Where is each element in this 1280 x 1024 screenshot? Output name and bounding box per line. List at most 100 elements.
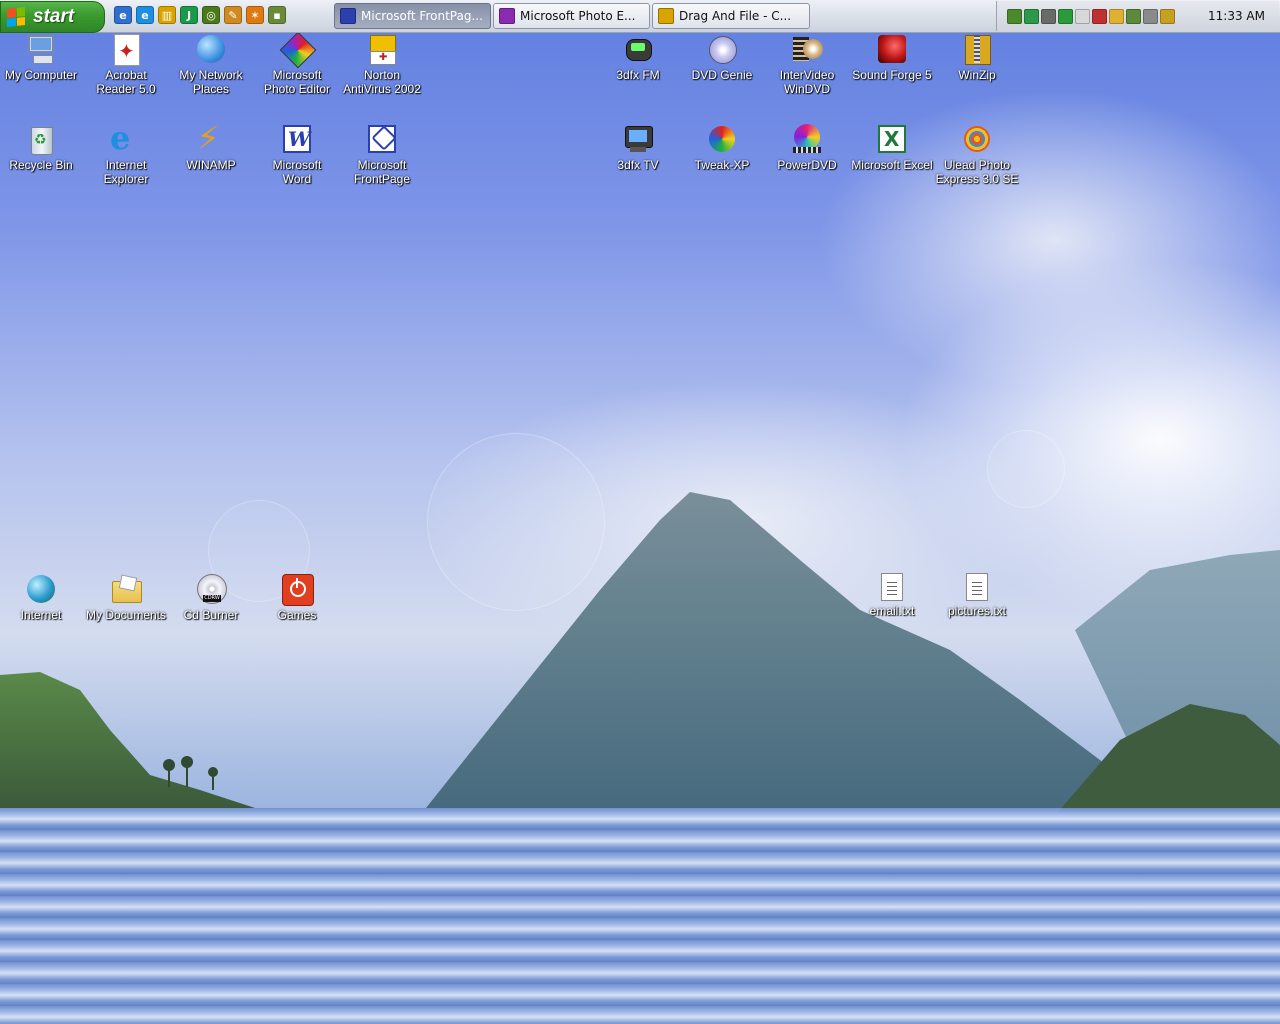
icon-label: Internet Explorer [103,158,149,186]
text-file-icon [966,573,988,601]
desktop-icon-windvd[interactable]: InterVideo WinDVD [764,33,850,96]
tray-display-icon[interactable] [1058,8,1073,24]
task-label: Microsoft Photo E... [520,9,636,23]
windows-logo-icon [7,7,25,27]
desktop-icon-cd-burner[interactable]: CDRW Cd Burner [168,573,254,622]
pencil-icon[interactable]: ✎ [224,6,242,24]
desktop-icon-microsoft-excel[interactable]: X Microsoft Excel [849,123,935,172]
taskbar-button-photo-editor[interactable]: Microsoft Photo E... [493,3,650,29]
desktop-icon-photo-editor[interactable]: Microsoft Photo Editor [254,31,340,96]
icon-label: Recycle Bin [9,158,73,172]
desktop-show-icon[interactable]: ▪ [268,6,286,24]
icon-label: WinZip [958,68,996,82]
desktop-icon-ulead-photo-express[interactable]: Ulead Photo Express 3.0 SE [934,123,1020,186]
acrobat-reader-icon: ✦ [110,33,142,66]
icon-label: WINAMP [186,158,236,172]
drag-and-file-icon [658,8,674,24]
tray-folder-icon[interactable] [1109,8,1124,24]
icon-label: email.txt [869,604,915,618]
icon-label: Sound Forge 5 [852,68,932,82]
icon-label: Internet [20,608,62,622]
icon-label: My Network Places [179,68,243,96]
icon-label: PowerDVD [777,158,837,172]
desktop-icon-my-computer[interactable]: My Computer [0,33,84,82]
icon-label: pictures.txt [947,604,1007,618]
icon-label: My Computer [4,68,78,82]
quick-launch: e e ▥ J ◎ ✎ ✶ ▪ [114,6,286,26]
desktop-icon-microsoft-word[interactable]: W Microsoft Word [254,123,340,186]
icon-label: Ulead Photo Express 3.0 SE [935,158,1019,186]
outlook-express-icon[interactable]: e [114,6,132,24]
task-label: Drag And File - C... [679,9,792,23]
tray-checker-icon[interactable] [1143,8,1158,24]
clock[interactable]: 11:33 AM [1208,9,1265,23]
desktop-icon-games[interactable]: Games [254,573,340,622]
icon-label: Microsoft Excel [851,158,933,172]
taskbar: start e e ▥ J ◎ ✎ ✶ ▪ Microsoft FrontPag… [0,0,1280,33]
tray-app-icon[interactable] [1007,8,1022,24]
frontpage-icon [366,123,398,155]
sound-forge-icon [876,33,908,65]
desktop-icon-3dfx-tv[interactable]: 3dfx TV [595,123,681,172]
winamp-icon: ⚡ [197,119,220,157]
internet-explorer-icon[interactable]: e [136,6,154,24]
icon-label: My Documents [85,608,167,622]
recycle-bin-icon: ♻ [25,123,57,155]
tray-shield-icon[interactable] [1041,8,1056,24]
dvd-genie-icon [706,33,738,65]
frontpage-icon [340,8,356,24]
desktop-icon-sound-forge[interactable]: Sound Forge 5 [849,33,935,82]
taskbar-button-frontpage[interactable]: Microsoft FrontPag... [334,3,491,29]
desktop-icon-internet[interactable]: Internet [0,573,84,622]
games-icon [281,573,314,606]
ulead-photo-express-icon [961,123,993,155]
icon-label: Norton AntiVirus 2002 [343,68,421,96]
tweak-xp-icon [706,123,738,155]
tray-sound-icon[interactable] [1126,8,1141,24]
internet-globe-icon [25,573,57,605]
network-places-icon [195,33,227,65]
tray-arrow-icon[interactable] [1160,8,1175,24]
excel-icon: X [876,123,908,155]
icon-label: Microsoft Word [272,158,322,186]
tray-antivirus-icon[interactable] [1092,8,1107,24]
winamp-j-icon[interactable]: J [180,6,198,24]
tray-mouse-icon[interactable] [1075,8,1090,24]
icon-label: InterVideo WinDVD [779,68,835,96]
desktop-icon-recycle-bin[interactable]: ♻ Recycle Bin [0,123,84,172]
start-label: start [33,6,75,27]
media-player-icon[interactable]: ◎ [202,6,220,24]
desktop[interactable]: My Computer ✦ Acrobat Reader 5.0 My Netw… [0,0,1280,1024]
desktop-icon-norton-antivirus[interactable]: ✚ Norton AntiVirus 2002 [339,33,425,96]
running-man-icon[interactable]: ✶ [246,6,264,24]
desktop-icon-3dfx-fm[interactable]: 3dfx FM [595,33,681,82]
taskbar-button-drag-and-file[interactable]: Drag And File - C... [652,3,810,29]
icon-label: Microsoft Photo Editor [263,68,331,96]
windvd-icon [791,33,823,65]
desktop-icon-email-txt[interactable]: email.txt [849,573,935,618]
desktop-icon-my-network-places[interactable]: My Network Places [168,33,254,96]
icon-label: Acrobat Reader 5.0 [96,68,156,96]
desktop-icon-winzip[interactable]: WinZip [934,33,1020,82]
desktop-icon-acrobat-reader[interactable]: ✦ Acrobat Reader 5.0 [83,33,169,96]
drag-and-file-icon[interactable]: ▥ [158,6,176,24]
my-computer-icon [25,33,57,65]
icon-label: Tweak-XP [694,158,750,172]
desktop-icon-powerdvd[interactable]: PowerDVD [764,123,850,172]
3dfx-tv-icon [622,123,654,155]
cd-burner-icon: CDRW [195,573,227,605]
desktop-icon-internet-explorer[interactable]: e Internet Explorer [83,121,169,186]
tray-network-icon[interactable] [1024,8,1039,24]
desktop-icon-dvd-genie[interactable]: DVD Genie [679,33,765,82]
text-file-icon [881,573,903,601]
desktop-icon-tweak-xp[interactable]: Tweak-XP [679,123,765,172]
winzip-icon [961,33,993,65]
start-button[interactable]: start [0,1,105,33]
system-tray: 11:33 AM [996,1,1279,31]
desktop-icon-frontpage[interactable]: Microsoft FrontPage [339,123,425,186]
icon-label: Microsoft FrontPage [353,158,411,186]
norton-antivirus-icon: ✚ [366,33,398,65]
desktop-icon-pictures-txt[interactable]: pictures.txt [934,573,1020,618]
desktop-icon-my-documents[interactable]: My Documents [83,573,169,622]
desktop-icon-winamp[interactable]: ⚡ WINAMP [168,119,254,172]
